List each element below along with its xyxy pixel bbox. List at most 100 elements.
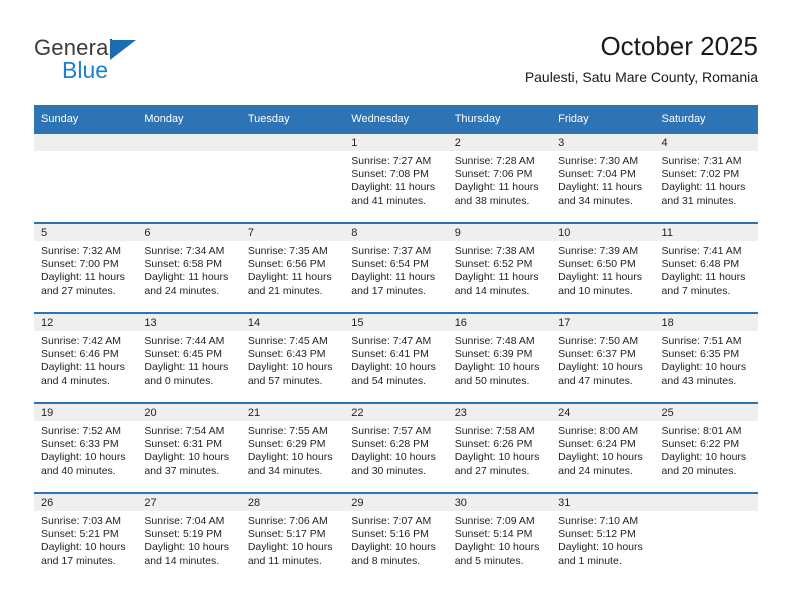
calendar-cell[interactable]: 9 Sunrise: 7:38 AM Sunset: 6:52 PM Daylight…	[447, 222, 552, 313]
sunrise-text: Sunrise: 7:57 AM	[351, 425, 432, 437]
daylight-text: Daylight: 10 hours	[351, 361, 436, 374]
sunset-text: Sunset: 5:16 PM	[351, 528, 429, 541]
sunset-text: Sunset: 5:14 PM	[454, 528, 533, 541]
sunrise-text: Sunrise: 7:39 AM	[558, 245, 639, 257]
calendar-cell[interactable]: 15 Sunrise: 7:47 AM Sunset: 6:41 PM Dayligh…	[344, 312, 448, 403]
day-cell: 17 Sunrise: 7:50 AM Sunset: 6:37 PM Dayligh…	[551, 314, 655, 402]
calendar-cell[interactable]: 10 Sunrise: 7:39 AM Sunset: 6:50 PM Dayligh…	[551, 222, 655, 313]
sunset-text: Sunset: 6:48 PM	[661, 258, 740, 271]
calendar-cell[interactable]: 12 Sunrise: 7:42 AM Sunset: 6:46 PM Dayligh…	[34, 312, 138, 403]
calendar-cell[interactable]: 28 Sunrise: 7:06 AM Sunset: 5:17 PM Dayligh…	[240, 492, 345, 582]
day-number: 2	[447, 134, 552, 151]
day-number: 30	[447, 494, 552, 511]
day-cell: 12 Sunrise: 7:42 AM Sunset: 6:46 PM Dayligh…	[34, 314, 138, 402]
daylight-text: Daylight: 10 hours	[351, 451, 436, 464]
calendar-cell[interactable]: 14 Sunrise: 7:45 AM Sunset: 6:43 PM Dayligh…	[240, 312, 345, 403]
calendar-cell[interactable]: 7 Sunrise: 7:35 AM Sunset: 6:56 PM Daylight…	[240, 222, 345, 313]
calendar-cell[interactable]: 2 Sunrise: 7:28 AM Sunset: 7:06 PM Daylight…	[447, 134, 552, 223]
day-details: Sunrise: 7:47 AM Sunset: 6:41 PM Daylight:…	[344, 331, 447, 388]
day-number: 24	[551, 404, 655, 421]
sunset-text: Sunset: 6:35 PM	[661, 348, 740, 361]
sunrise-text: Sunrise: 7:58 AM	[454, 425, 535, 437]
daylight-text: Daylight: 10 hours	[247, 541, 333, 554]
general-blue-logo[interactable]: General Blue	[34, 36, 264, 88]
calendar-cell[interactable]: 31 Sunrise: 7:10 AM Sunset: 5:12 PM Dayligh…	[551, 492, 655, 582]
calendar-week-row: 26 Sunrise: 7:03 AM Sunset: 5:21 PM Dayligh…	[34, 492, 758, 582]
day-cell: 6 Sunrise: 7:34 AM Sunset: 6:58 PM Daylight…	[137, 224, 241, 312]
sunset-text: Sunset: 6:43 PM	[247, 348, 326, 361]
sunrise-text: Sunrise: 7:09 AM	[454, 515, 535, 527]
daylight-text: and 27 minutes.	[41, 284, 116, 297]
calendar-cell[interactable]: 5 Sunrise: 7:32 AM Sunset: 7:00 PM Daylight…	[34, 222, 138, 313]
sunrise-text: Sunrise: 7:31 AM	[661, 155, 742, 167]
calendar-cell[interactable]: 6 Sunrise: 7:34 AM Sunset: 6:58 PM Daylight…	[137, 222, 241, 313]
day-cell: 15 Sunrise: 7:47 AM Sunset: 6:41 PM Dayligh…	[344, 314, 448, 402]
calendar-cell[interactable]	[240, 134, 345, 223]
calendar-cell[interactable]	[137, 134, 241, 223]
day-details: Sunrise: 7:45 AM Sunset: 6:43 PM Daylight:…	[241, 331, 344, 388]
calendar-cell[interactable]: 11 Sunrise: 7:41 AM Sunset: 6:48 PM Dayligh…	[654, 222, 758, 313]
calendar-cell[interactable]: 30 Sunrise: 7:09 AM Sunset: 5:14 PM Dayligh…	[447, 492, 552, 582]
daylight-text: and 54 minutes.	[351, 374, 426, 387]
day-number: 13	[137, 314, 241, 331]
daylight-text: Daylight: 10 hours	[144, 451, 230, 464]
daylight-text: Daylight: 10 hours	[558, 451, 643, 464]
day-cell	[240, 134, 345, 222]
calendar-cell[interactable]: 24 Sunrise: 8:00 AM Sunset: 6:24 PM Dayligh…	[551, 402, 655, 493]
day-number: 28	[240, 494, 345, 511]
day-cell: 8 Sunrise: 7:37 AM Sunset: 6:54 PM Daylight…	[344, 224, 448, 312]
daylight-text: Daylight: 10 hours	[454, 451, 540, 464]
daylight-text: and 34 minutes.	[558, 194, 633, 207]
daylight-text: and 24 minutes.	[558, 464, 633, 477]
calendar-cell[interactable]: 23 Sunrise: 7:58 AM Sunset: 6:26 PM Dayligh…	[447, 402, 552, 493]
daylight-text: and 40 minutes.	[41, 464, 116, 477]
calendar-week-row: 19 Sunrise: 7:52 AM Sunset: 6:33 PM Dayligh…	[34, 402, 758, 493]
daylight-text: and 1 minute.	[558, 554, 622, 567]
sunset-text: Sunset: 6:45 PM	[144, 348, 223, 361]
calendar-cell[interactable]: 21 Sunrise: 7:55 AM Sunset: 6:29 PM Dayligh…	[240, 402, 345, 493]
calendar-cell[interactable]: 17 Sunrise: 7:50 AM Sunset: 6:37 PM Dayligh…	[551, 312, 655, 403]
calendar-cell[interactable]: 27 Sunrise: 7:04 AM Sunset: 5:19 PM Dayligh…	[137, 492, 241, 582]
logo-triangle-icon	[110, 40, 136, 60]
daylight-text: Daylight: 11 hours	[41, 361, 125, 374]
daylight-text: and 8 minutes.	[351, 554, 421, 567]
sunset-text: Sunset: 6:33 PM	[41, 438, 119, 451]
daylight-text: and 4 minutes.	[41, 374, 110, 387]
daylight-text: Daylight: 11 hours	[454, 271, 539, 284]
daylight-text: and 14 minutes.	[454, 284, 530, 297]
title-block: October 2025 Paulesti, Satu Mare County,…	[525, 30, 758, 86]
daylight-text: Daylight: 10 hours	[144, 541, 230, 554]
day-number: 18	[654, 314, 758, 331]
calendar-cell[interactable]: 16 Sunrise: 7:48 AM Sunset: 6:39 PM Dayligh…	[447, 312, 552, 403]
calendar-cell[interactable]: 29 Sunrise: 7:07 AM Sunset: 5:16 PM Dayligh…	[344, 492, 448, 582]
sunrise-text: Sunrise: 7:34 AM	[144, 245, 225, 257]
calendar-cell[interactable]: 3 Sunrise: 7:30 AM Sunset: 7:04 PM Daylight…	[551, 134, 655, 223]
daylight-text: and 0 minutes.	[144, 374, 214, 387]
daylight-text: and 17 minutes.	[351, 284, 426, 297]
daylight-text: Daylight: 11 hours	[247, 271, 332, 284]
day-number: 20	[137, 404, 241, 421]
day-cell: 2 Sunrise: 7:28 AM Sunset: 7:06 PM Daylight…	[447, 134, 552, 222]
calendar-cell[interactable]	[654, 492, 758, 582]
calendar-cell[interactable]: 18 Sunrise: 7:51 AM Sunset: 6:35 PM Dayligh…	[654, 312, 758, 403]
sunrise-text: Sunrise: 7:06 AM	[247, 515, 328, 527]
calendar-cell[interactable]: 1 Sunrise: 7:27 AM Sunset: 7:08 PM Daylight…	[344, 134, 448, 223]
sunrise-text: Sunrise: 7:45 AM	[247, 335, 328, 347]
calendar-cell[interactable]: 26 Sunrise: 7:03 AM Sunset: 5:21 PM Dayligh…	[34, 492, 138, 582]
calendar-cell[interactable]: 22 Sunrise: 7:57 AM Sunset: 6:28 PM Dayligh…	[344, 402, 448, 493]
calendar-week-row: 12 Sunrise: 7:42 AM Sunset: 6:46 PM Dayligh…	[34, 312, 758, 403]
sunrise-text: Sunrise: 7:27 AM	[351, 155, 432, 167]
calendar-cell[interactable]: 19 Sunrise: 7:52 AM Sunset: 6:33 PM Dayligh…	[34, 402, 138, 493]
calendar-cell[interactable]: 8 Sunrise: 7:37 AM Sunset: 6:54 PM Daylight…	[344, 222, 448, 313]
calendar-cell[interactable]: 4 Sunrise: 7:31 AM Sunset: 7:02 PM Daylight…	[654, 134, 758, 223]
weekday-header-tuesday: Tuesday	[240, 105, 345, 134]
day-cell: 29 Sunrise: 7:07 AM Sunset: 5:16 PM Dayligh…	[344, 494, 448, 582]
calendar-cell[interactable]: 13 Sunrise: 7:44 AM Sunset: 6:45 PM Dayligh…	[137, 312, 241, 403]
day-number	[240, 134, 345, 151]
day-cell: 24 Sunrise: 8:00 AM Sunset: 6:24 PM Dayligh…	[551, 404, 655, 492]
day-details: Sunrise: 7:42 AM Sunset: 6:46 PM Daylight:…	[34, 331, 137, 388]
calendar-cell[interactable]: 25 Sunrise: 8:01 AM Sunset: 6:22 PM Dayligh…	[654, 402, 758, 493]
calendar-cell[interactable]	[34, 134, 138, 223]
calendar-cell[interactable]: 20 Sunrise: 7:54 AM Sunset: 6:31 PM Dayligh…	[137, 402, 241, 493]
daylight-text: and 43 minutes.	[661, 374, 737, 387]
